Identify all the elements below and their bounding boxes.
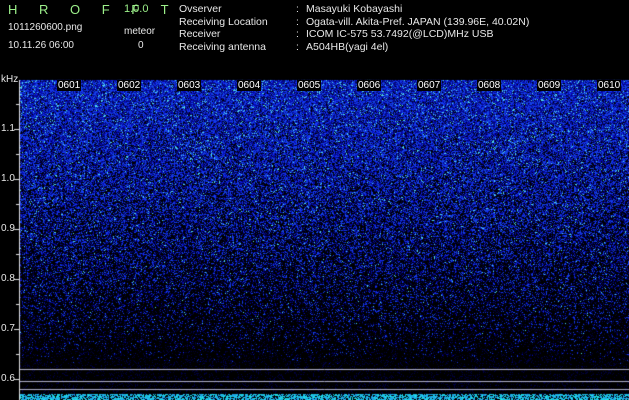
time-label: 0610 [597, 80, 622, 91]
meteor-label: meteor [124, 26, 156, 37]
station-info: Ovserver: Masayuki Kobayashi Receiving Lo… [179, 3, 529, 53]
time-label: 0607 [417, 80, 442, 91]
y-tick-label: 1.0 [1, 173, 15, 184]
spectrogram-plot [0, 0, 629, 400]
y-axis-unit: kHz [1, 74, 19, 85]
y-tick-label: 0.6 [1, 373, 15, 384]
info-row-location: Receiving Location: Ogata-vill. Akita-Pre… [179, 16, 529, 29]
meteor-count: 0 [138, 40, 144, 51]
info-separator: : [296, 15, 299, 28]
date-time: 10.11.26 06:00 [8, 40, 74, 51]
time-label: 0604 [237, 80, 262, 91]
info-separator: : [296, 28, 299, 40]
time-label: 0605 [297, 80, 322, 91]
info-value: Ogata-vill. Akita-Pref. JAPAN (139.96E, … [306, 15, 530, 28]
info-row-observer: Ovserver: Masayuki Kobayashi [179, 3, 529, 16]
app-title: H R O F F T [8, 2, 178, 17]
y-tick-label: 0.7 [1, 323, 15, 334]
time-label: 0601 [57, 80, 82, 91]
info-separator: : [296, 40, 299, 53]
info-key: Receiving Location [179, 15, 268, 28]
info-key: Receiver [179, 28, 221, 40]
time-label: 0602 [117, 80, 142, 91]
info-row-antenna: Receiving antenna: A504HB(yagi 4el) [179, 41, 529, 54]
time-label: 0608 [477, 80, 502, 91]
file-name: 1011260600.png [8, 22, 83, 33]
info-value: ICOM IC-575 53.7492(@LCD)MHz USB [306, 28, 494, 40]
time-label: 0603 [177, 80, 202, 91]
time-label: 0606 [357, 80, 382, 91]
info-key: Receiving antenna [179, 40, 266, 53]
time-label: 0609 [537, 80, 562, 91]
app-version: 1.0.0 [124, 3, 149, 15]
info-separator: : [296, 3, 299, 15]
info-value: Masayuki Kobayashi [306, 3, 403, 15]
y-tick-label: 0.9 [1, 223, 15, 234]
info-row-receiver: Receiver: ICOM IC-575 53.7492(@LCD)MHz US… [179, 28, 529, 41]
info-key: Ovserver [179, 3, 222, 15]
y-tick-label: 1.1 [1, 123, 15, 134]
info-value: A504HB(yagi 4el) [306, 40, 389, 53]
y-tick-label: 0.8 [1, 273, 15, 284]
